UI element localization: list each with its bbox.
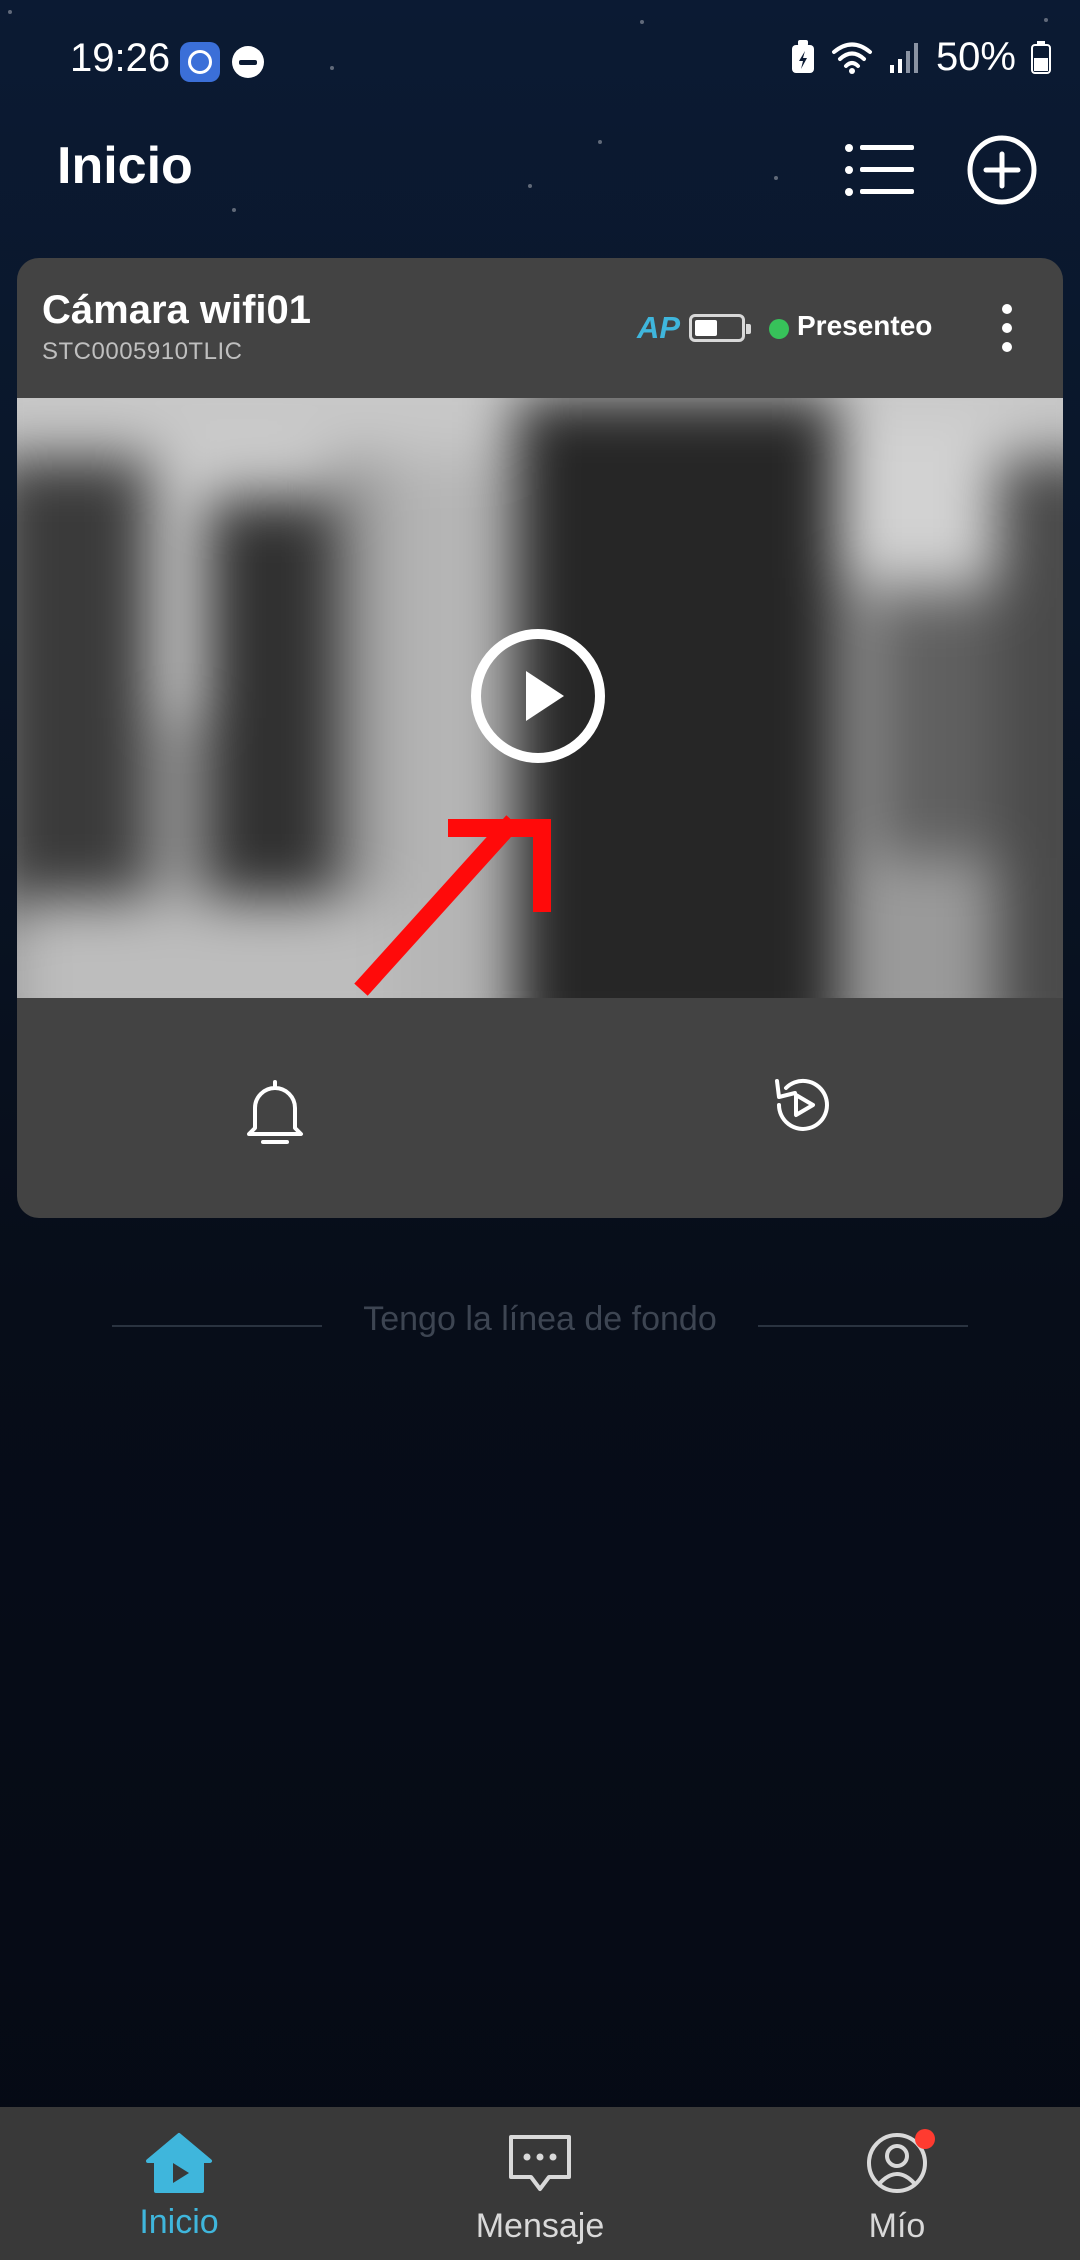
battery-saver-icon: [791, 40, 814, 73]
camera-card-header: Cámara wifi01 STC0005910TLIC AP Presente…: [17, 258, 1063, 398]
add-device-button[interactable]: [962, 130, 1042, 210]
connection-mode-label: AP: [637, 310, 681, 345]
camera-card[interactable]: Cámara wifi01 STC0005910TLIC AP Presente…: [17, 258, 1063, 1218]
red-arrow-annotation: [354, 815, 551, 996]
online-status-dot: [769, 319, 789, 339]
message-icon: [509, 2135, 571, 2191]
home-play-icon: [146, 2133, 212, 2193]
camera-actions: [17, 998, 1063, 1218]
battery-icon: [1031, 41, 1051, 74]
wifi-icon: [831, 42, 872, 74]
camera-status: Presenteo: [797, 310, 933, 341]
add-circle-icon: [967, 135, 1037, 205]
status-time: 19:26: [70, 36, 171, 80]
more-vertical-icon: [1002, 304, 1012, 352]
camera-serial: STC0005910TLIC: [42, 338, 243, 365]
camera-battery-level: [695, 320, 717, 336]
list-menu-icon: [845, 144, 914, 196]
status-bar: 19:26 50%: [0, 0, 1080, 100]
playback-button[interactable]: [756, 1060, 846, 1150]
nav-tab-mensaje[interactable]: Mensaje: [410, 2107, 670, 2260]
divider-line-right: [758, 1325, 968, 1327]
notification-badge: [915, 2129, 935, 2149]
camera-preview[interactable]: [17, 398, 1063, 998]
nav-label-mensaje: Mensaje: [475, 2207, 605, 2245]
nav-label-mio: Mío: [868, 2207, 926, 2245]
camera-battery-icon: [689, 314, 751, 342]
camera-name: Cámara wifi01: [42, 288, 312, 332]
signal-icon: [889, 43, 918, 73]
battery-percent: 50%: [935, 34, 1016, 79]
nav-tab-inicio[interactable]: Inicio: [49, 2107, 309, 2260]
app-notification-icon: [180, 42, 220, 82]
alarm-button[interactable]: [230, 1068, 320, 1158]
bottom-nav: Inicio Mensaje Mío: [0, 2107, 1080, 2260]
list-end-text: Tengo la línea de fondo: [363, 1300, 717, 1338]
do-not-disturb-icon: [232, 46, 264, 78]
list-menu-button[interactable]: [840, 130, 920, 210]
nav-tab-mio[interactable]: Mío: [767, 2107, 1027, 2260]
page-title: Inicio: [57, 137, 193, 195]
playback-history-icon: [775, 1078, 829, 1131]
more-options-button[interactable]: [977, 298, 1037, 358]
nav-label-inicio: Inicio: [139, 2203, 219, 2241]
bell-icon: [247, 1080, 303, 1144]
